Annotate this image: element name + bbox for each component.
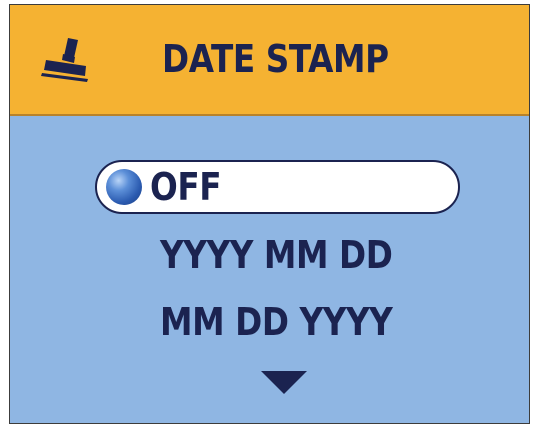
menu-header: DATE STAMP bbox=[10, 5, 529, 116]
menu-title: DATE STAMP bbox=[162, 37, 389, 81]
option-mm-dd-yyyy[interactable]: MM DD YYYY bbox=[160, 298, 393, 346]
option-yyyy-mm-dd[interactable]: YYYY MM DD bbox=[160, 231, 393, 279]
menu-options-area: OFF YYYY MM DD MM DD YYYY bbox=[10, 116, 529, 423]
radio-selected-icon bbox=[106, 169, 142, 205]
rubber-stamp-icon bbox=[41, 38, 88, 82]
down-arrow-icon[interactable] bbox=[261, 371, 307, 394]
camera-menu-screen: DATE STAMP OFF YYYY MM DD MM DD YYYY bbox=[9, 4, 530, 424]
option-off[interactable]: OFF bbox=[150, 163, 222, 211]
